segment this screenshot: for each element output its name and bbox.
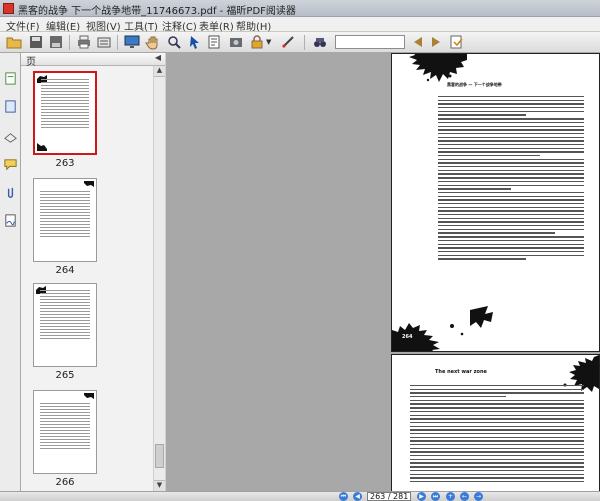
thumbnail-label: 266 [55, 477, 75, 488]
status-bar: ⏮ ◀ 263 / 281 ▶ ⏭ + ← → [0, 491, 600, 501]
fullscreen-monitor-icon[interactable] [124, 34, 140, 50]
thumbnail-bottom-ornament-icon [37, 143, 47, 151]
lock-dropdown-icon[interactable]: ▼ [266, 38, 271, 46]
menu-file[interactable]: 文件(F) [6, 18, 40, 33]
first-page-icon[interactable]: ⏮ [339, 492, 348, 501]
page-thumbnails-panel: 页 ◀ 263 264 265 266 ▲ ▼ [21, 53, 165, 491]
open-folder-icon[interactable] [6, 34, 22, 50]
next-page-icon[interactable]: ▶ [417, 492, 426, 501]
lock-security-icon[interactable] [249, 34, 265, 50]
window-title: 黑客的战争 下一个战争地带_11746673.pdf - 福昕PDF阅读器 [18, 6, 296, 17]
print-setup-icon[interactable] [96, 34, 112, 50]
layers-panel-icon[interactable] [3, 129, 18, 144]
pages-panel-icon[interactable] [3, 71, 18, 86]
thumbnail-list: 263 264 265 266 [21, 66, 153, 491]
ink-splash-top-ornament-icon [392, 54, 467, 82]
app-icon [3, 3, 14, 14]
thumbnail-page-263[interactable] [33, 71, 97, 155]
hand-tool-icon[interactable] [145, 34, 161, 50]
menu-bar: 文件(F) 编辑(E) 视图(V) 工具(T) 注释(C) 表单(R) 帮助(H… [0, 17, 600, 33]
page-number-label: 264 [402, 334, 413, 340]
previous-page-icon[interactable]: ◀ [353, 492, 362, 501]
signature-panel-icon[interactable] [3, 213, 18, 228]
menu-help[interactable]: 帮助(H) [236, 18, 271, 33]
scroll-down-icon[interactable]: ▼ [154, 480, 165, 491]
last-page-icon[interactable]: ⏭ [431, 492, 440, 501]
menu-tools[interactable]: 工具(T) [124, 18, 158, 33]
pdf-reader-window: 黑客的战争 下一个战争地带_11746673.pdf - 福昕PDF阅读器 文件… [0, 0, 600, 501]
search-next-icon[interactable] [428, 34, 444, 50]
collapse-panel-icon[interactable]: ◀ [155, 53, 161, 62]
add-page-icon[interactable]: + [446, 492, 455, 501]
select-text-icon[interactable] [206, 34, 222, 50]
thumbnail-label: 265 [55, 370, 75, 381]
running-head: The next war zone [435, 369, 487, 375]
thumbnail-ink-ornament-icon [84, 393, 94, 399]
print-icon[interactable] [76, 34, 92, 50]
comments-panel-icon[interactable] [3, 157, 18, 172]
search-input[interactable] [335, 35, 405, 49]
bookmarks-panel-icon[interactable] [3, 99, 18, 114]
menu-form[interactable]: 表单(R) [199, 18, 234, 33]
pen-annotate-icon[interactable] [280, 34, 296, 50]
select-arrow-icon[interactable] [187, 34, 203, 50]
page-number-input[interactable]: 263 / 281 [367, 492, 411, 501]
main-toolbar: ▼ [0, 32, 600, 53]
save-as-icon[interactable] [48, 34, 64, 50]
scroll-up-icon[interactable]: ▲ [154, 66, 165, 77]
thumbnail-page-266[interactable] [33, 390, 97, 474]
page-264-text [438, 96, 584, 262]
thumbnail-page-264[interactable] [33, 178, 97, 262]
document-page-265: The next war zone [391, 354, 600, 491]
menu-view[interactable]: 视图(V) [86, 18, 121, 33]
thumbnail-label: 263 [55, 158, 75, 169]
document-page-264: 黑客的战争 — 下一个战争地带 264 [391, 53, 600, 352]
thumbnail-ink-ornament-icon [84, 181, 94, 187]
search-previous-icon[interactable] [410, 34, 426, 50]
binoculars-search-icon[interactable] [312, 34, 328, 50]
ink-splash-bottom-ornament-icon [392, 306, 493, 351]
thumbnail-label: 264 [55, 265, 75, 276]
thumbnail-scrollbar[interactable]: ▲ ▼ [153, 66, 165, 491]
attachments-paperclip-icon[interactable] [3, 185, 18, 200]
menu-edit[interactable]: 编辑(E) [46, 18, 80, 33]
scrollbar-thumb[interactable] [155, 444, 164, 468]
zoom-select-icon[interactable] [166, 34, 182, 50]
save-icon[interactable] [28, 34, 44, 50]
title-bar[interactable]: 黑客的战争 下一个战争地带_11746673.pdf - 福昕PDF阅读器 [0, 0, 600, 17]
search-options-icon[interactable] [448, 34, 464, 50]
thumbnail-page-265[interactable] [33, 283, 97, 367]
page-265-text [410, 385, 584, 485]
go-forward-icon[interactable]: → [474, 492, 483, 501]
menu-comment[interactable]: 注释(C) [162, 18, 197, 33]
document-viewer[interactable]: 黑客的战争 — 下一个战争地带 264 The next war zone [166, 53, 600, 491]
panel-header: 页 ◀ [21, 53, 165, 68]
navigation-tab-strip [0, 53, 21, 493]
snapshot-camera-icon[interactable] [228, 34, 244, 50]
running-head: 黑客的战争 — 下一个战争地带 [447, 82, 502, 87]
go-back-icon[interactable]: ← [460, 492, 469, 501]
